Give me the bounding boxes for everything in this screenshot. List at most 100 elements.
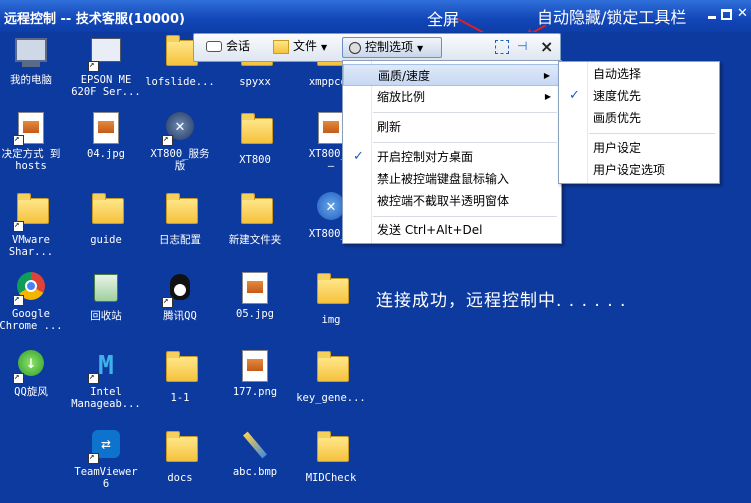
menu-separator — [373, 112, 557, 113]
desktop-icon-label: 决定方式 到 hosts — [1, 148, 61, 172]
desktop-icon-new-folder[interactable]: 新建文件夹 — [216, 192, 294, 246]
desktop-icon-label: VMware Shar... — [8, 234, 54, 258]
teamviewer-icon: ⇄ — [88, 430, 122, 464]
menu-item-label: 发送 Ctrl+Alt+Del — [377, 223, 483, 237]
desktop-icon-vmware[interactable]: VMware Shar... — [0, 192, 70, 258]
menu-item-refresh[interactable]: 刷新 — [343, 116, 561, 138]
desktop-icon-label: 新建文件夹 — [228, 234, 282, 246]
desktop-icon-xt800-service[interactable]: ✕ XT800_服务 版 — [141, 112, 219, 172]
menu-item-label: 速度优先 — [593, 89, 642, 103]
desktop-icon-my-computer[interactable]: 我的电脑 — [0, 34, 70, 86]
folder-icon — [164, 193, 198, 230]
submenu-item-user-setting-options[interactable]: 用户设定选项 — [559, 159, 719, 181]
pin-icon[interactable]: ⊣ — [517, 39, 529, 53]
menu-item-label: 缩放比例 — [377, 90, 426, 104]
checkmark-icon: ✓ — [569, 88, 580, 103]
printer-icon — [88, 38, 122, 72]
desktop-icon-intel[interactable]: M Intel Manageab... — [67, 350, 145, 410]
submenu-arrow-icon: ▶ — [543, 71, 550, 80]
close-window-button[interactable]: ✕ — [737, 7, 748, 20]
close-toolbar-icon[interactable]: × — [540, 37, 553, 56]
folder-icon — [164, 351, 198, 388]
submenu-item-user-setting[interactable]: 用户设定 — [559, 137, 719, 159]
folder-icon — [239, 193, 273, 230]
desktop-icon-label: guide — [90, 234, 122, 246]
menu-item-send-cad[interactable]: 发送 Ctrl+Alt+Del — [343, 219, 561, 241]
intel-icon: M — [88, 350, 122, 384]
desktop-icon-midcheck[interactable]: MIDCheck — [292, 430, 370, 484]
remote-control-toolbar: 会话 文件 ▼ 控制选项 ▼ ⊣ × — [193, 33, 561, 62]
desktop-icon-key-gene[interactable]: key_gene... — [292, 350, 370, 404]
desktop-icon-04jpg[interactable]: 04.jpg — [67, 112, 145, 160]
submenu-arrow-icon: ▶ — [544, 92, 551, 101]
desktop-icon-qqxf[interactable]: ↓ QQ旋风 — [0, 350, 70, 398]
file-icon — [273, 39, 289, 54]
menu-item-label: 自动选择 — [593, 67, 642, 81]
desktop-icon-label: 我的电脑 — [10, 74, 52, 86]
menu-item-label: 画质/速度 — [378, 69, 431, 83]
vmware-share-icon — [13, 193, 49, 232]
desktop-icon-label: Google Chrome ... — [0, 308, 63, 332]
menu-item-label: 开启控制对方桌面 — [377, 150, 474, 164]
desktop-icon-qq[interactable]: 腾讯QQ — [141, 272, 219, 322]
desktop-icon-log-config[interactable]: 日志配置 — [141, 192, 219, 246]
desktop-icon-docs[interactable]: docs — [141, 430, 219, 484]
menu-item-quality-speed[interactable]: 画质/速度 ▶ — [343, 64, 561, 86]
chevron-down-icon: ▼ — [321, 43, 328, 52]
desktop-icon-teamviewer[interactable]: ⇄ TeamViewer 6 — [67, 430, 145, 490]
chevron-down-icon: ▼ — [417, 44, 424, 53]
desktop-icon-label: lofslide... — [145, 76, 215, 88]
submenu-item-quality-first[interactable]: 画质优先 — [559, 107, 719, 129]
quality-speed-submenu: 自动选择 ✓ 速度优先 画质优先 用户设定 用户设定选项 — [558, 61, 720, 184]
image-file-icon — [90, 112, 122, 144]
menu-item-label: 被控端不截取半透明窗体 — [377, 194, 510, 208]
folder-icon — [90, 193, 124, 230]
desktop-icon-05jpg[interactable]: 05.jpg — [216, 272, 294, 320]
desktop-icon-abcbmp[interactable]: abc.bmp — [216, 430, 294, 478]
desktop-icon-label: XT800_服务 版 — [150, 148, 210, 172]
desktop-icon-label: docs — [167, 472, 193, 484]
menu-item-block-input[interactable]: 禁止被控端键盘鼠标输入 — [343, 168, 561, 190]
maximize-button[interactable] — [721, 9, 732, 20]
folder-icon — [164, 431, 198, 468]
chat-button[interactable]: 会话 — [200, 37, 256, 56]
folder-icon — [315, 273, 349, 310]
desktop-icon-xt800[interactable]: XT800 — [216, 112, 294, 166]
file-button[interactable]: 文件 ▼ — [267, 37, 333, 56]
desktop-icon-chrome[interactable]: Google Chrome ... — [0, 272, 70, 332]
menu-item-zoom-ratio[interactable]: 缩放比例 ▶ — [343, 86, 561, 108]
desktop-icon-label: abc.bmp — [232, 466, 278, 478]
desktop-icon-177png[interactable]: 177.png — [216, 350, 294, 398]
desktop-icon-epson[interactable]: EPSON ME 620F Ser... — [67, 34, 145, 98]
menu-item-label: 用户设定选项 — [593, 163, 666, 177]
desktop-icon-label: MIDCheck — [305, 472, 357, 484]
desktop-icon-label: 回收站 — [90, 310, 122, 322]
submenu-item-auto[interactable]: 自动选择 — [559, 63, 719, 85]
desktop-icon-recycle-bin[interactable]: 回收站 — [67, 272, 145, 322]
annotation-fullscreen: 全屏 — [427, 10, 460, 29]
connection-status-message: 连接成功，远程控制中. . . . . . — [376, 291, 627, 311]
desktop-icon-label: TeamViewer 6 — [74, 466, 138, 490]
menu-item-label: 刷新 — [377, 120, 402, 134]
menu-item-no-translucent[interactable]: 被控端不截取半透明窗体 — [343, 190, 561, 212]
desktop-icon-img[interactable]: img — [292, 272, 370, 326]
submenu-item-speed-first[interactable]: ✓ 速度优先 — [559, 85, 719, 107]
menu-item-label: 画质优先 — [593, 111, 642, 125]
desktop-icon-label: spyxx — [239, 76, 271, 88]
desktop-icon-label: key_gene... — [296, 392, 366, 404]
desktop-icon-label: 04.jpg — [87, 148, 125, 160]
fullscreen-icon[interactable] — [495, 40, 509, 54]
minimize-button[interactable] — [707, 9, 718, 20]
control-options-button[interactable]: 控制选项 ▼ — [342, 37, 442, 58]
desktop-icon-label: 腾讯QQ — [163, 310, 197, 322]
desktop-icon-label: EPSON ME 620F Ser... — [71, 74, 141, 98]
desktop-icon-label: 05.jpg — [236, 308, 274, 320]
desktop-icon-1-1[interactable]: 1-1 — [141, 350, 219, 404]
control-options-label: 控制选项 — [365, 40, 414, 54]
menu-item-enable-control[interactable]: ✓ 开启控制对方桌面 — [343, 146, 561, 168]
desktop-icon-hosts[interactable]: 决定方式 到 hosts — [0, 112, 70, 172]
folder-icon — [315, 351, 349, 388]
folder-icon — [164, 35, 198, 72]
desktop-icon-guide[interactable]: guide — [67, 192, 145, 246]
desktop-icon-label: 177.png — [232, 386, 278, 398]
